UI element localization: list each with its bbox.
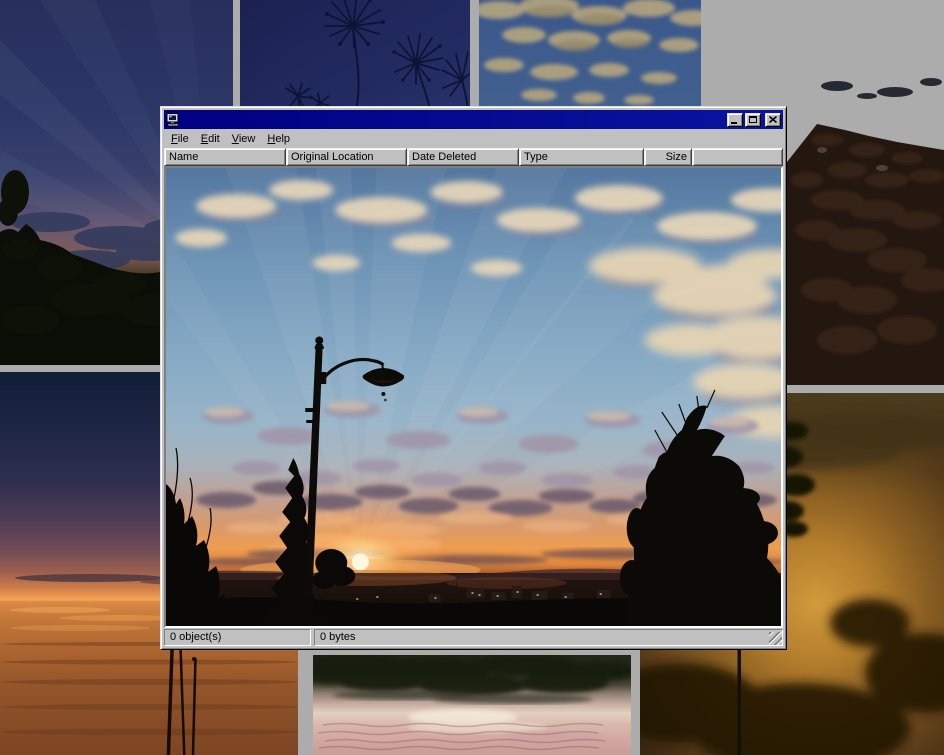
menu-edit[interactable]: Edit: [195, 131, 226, 147]
column-header-name[interactable]: Name: [164, 148, 286, 166]
computer-icon: [166, 113, 180, 127]
menu-file-accel: F: [171, 133, 178, 145]
column-header-date-deleted[interactable]: Date Deleted: [407, 148, 519, 166]
menu-file-rest: ile: [178, 133, 189, 145]
menu-bar: File Edit View Help: [164, 129, 783, 148]
menu-edit-accel: E: [201, 133, 208, 145]
column-header-size[interactable]: Size: [644, 148, 692, 166]
menu-view-accel: V: [232, 133, 239, 145]
minimize-icon: [731, 122, 737, 124]
column-header-stub: [692, 148, 783, 166]
close-icon: [769, 116, 777, 123]
column-header-type[interactable]: Type: [519, 148, 644, 166]
status-size: 0 bytes: [314, 629, 783, 646]
menu-help[interactable]: Help: [261, 131, 296, 147]
maximize-icon: [749, 116, 757, 123]
title-bar[interactable]: [164, 110, 783, 129]
menu-help-rest: elp: [275, 133, 290, 145]
wallpaper-tile-water-reflection: [313, 655, 631, 755]
recycle-bin-window: File Edit View Help Name Original Locati…: [160, 106, 787, 650]
list-view-area[interactable]: [164, 166, 783, 628]
minimize-button[interactable]: [727, 113, 743, 127]
status-object-count: 0 object(s): [164, 629, 311, 646]
sunset-photo: [166, 168, 781, 626]
maximize-button[interactable]: [745, 113, 761, 127]
column-header-row: Name Original Location Date Deleted Type…: [164, 148, 783, 166]
water-reflection-art: [313, 655, 631, 755]
close-button[interactable]: [765, 113, 781, 127]
menu-file[interactable]: File: [165, 131, 195, 147]
menu-view[interactable]: View: [226, 131, 262, 147]
desktop: { "window": { "title": "", "icon": "comp…: [0, 0, 944, 755]
menu-view-rest: iew: [239, 133, 256, 145]
resize-grip[interactable]: [769, 632, 782, 645]
menu-edit-rest: dit: [208, 133, 220, 145]
status-bar: 0 object(s) 0 bytes: [164, 628, 783, 646]
column-header-original-location[interactable]: Original Location: [286, 148, 407, 166]
